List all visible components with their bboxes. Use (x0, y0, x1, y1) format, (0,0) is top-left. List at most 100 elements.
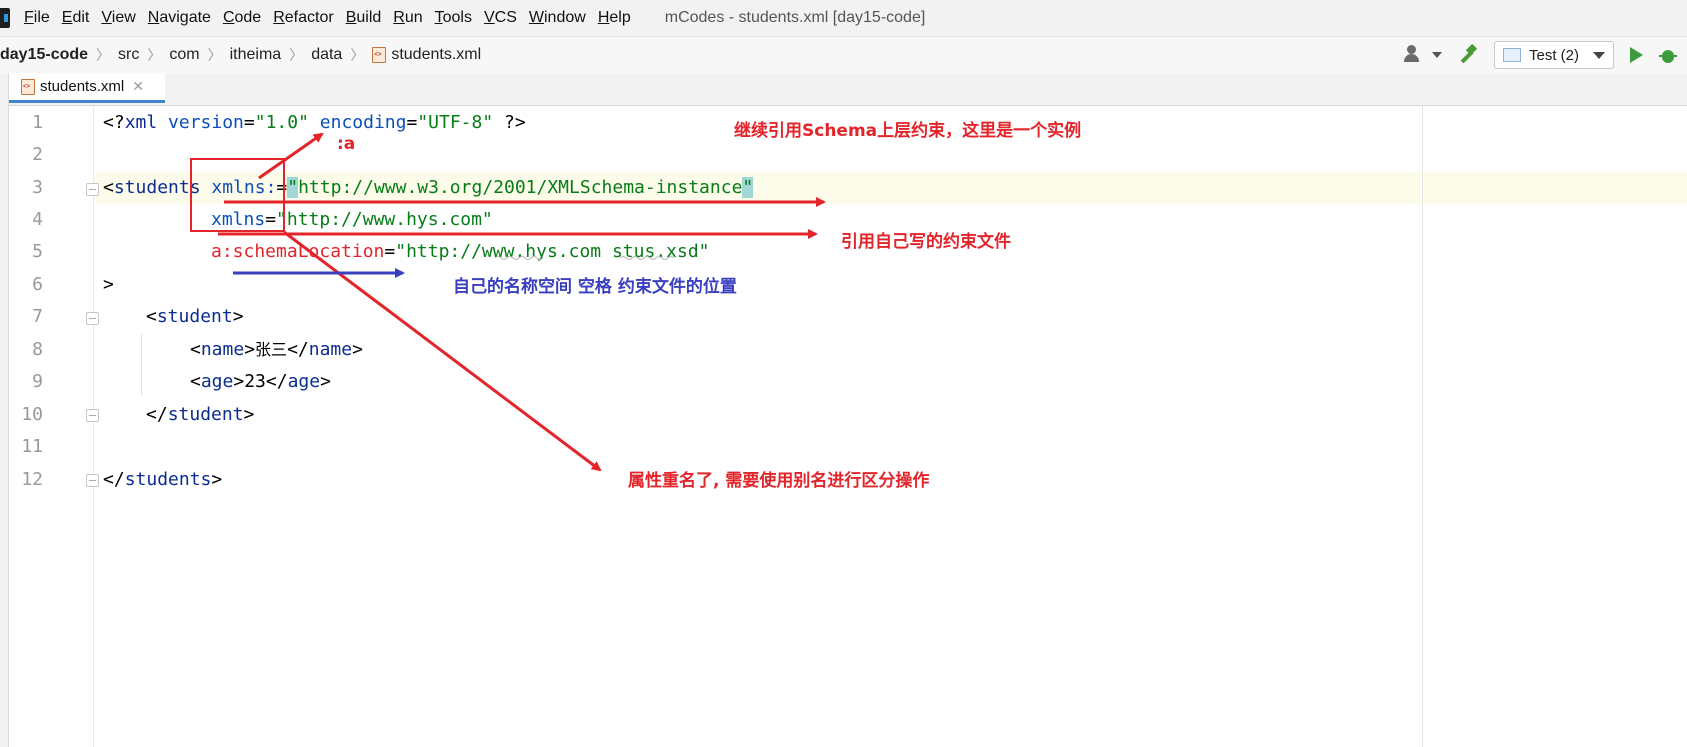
xml-tag: name (308, 339, 353, 360)
xml-value: "http://www.hys.com stus.xsd" (395, 241, 710, 262)
xml-attribute: xmlns (211, 209, 266, 230)
xml-text: 23 (244, 371, 266, 392)
code-line-10[interactable]: </student> (146, 399, 254, 431)
debug-bug-icon[interactable] (1659, 46, 1677, 64)
xml-punct: <? (103, 112, 125, 133)
close-icon[interactable]: ✕ (132, 78, 144, 95)
breadcrumb-separator-icon: 〉 (96, 47, 111, 63)
breadcrumb-itheima[interactable]: itheima (230, 46, 282, 64)
line-number: 7 (32, 306, 43, 327)
code-line-5[interactable]: a:schemaLocation="http://www.hys.com stu… (211, 236, 710, 268)
xml-tag: students (113, 177, 201, 198)
breadcrumb-com[interactable]: com (169, 46, 199, 64)
line-number: 8 (32, 339, 43, 360)
tab-label: students.xml (40, 78, 125, 95)
breadcrumb-file[interactable]: students.xml (391, 46, 481, 64)
line-number: 5 (32, 241, 43, 262)
code-line-4[interactable]: xmlns="http://www.hys.com" (211, 204, 493, 236)
code-line-1[interactable]: <?xml version="1.0" encoding="UTF-8" ?> (103, 107, 526, 139)
xml-punct: = (243, 112, 255, 133)
xml-file-icon (21, 78, 35, 95)
code-line-7[interactable]: <student> (146, 301, 244, 333)
indent-guide (141, 334, 142, 396)
breadcrumb-data[interactable]: data (311, 46, 342, 64)
build-hammer-icon[interactable] (1458, 45, 1478, 65)
menu-run[interactable]: Run (393, 9, 422, 27)
xml-file-icon (372, 47, 387, 63)
fold-marker-icon[interactable] (86, 183, 99, 196)
xml-value: "UTF-8" (417, 112, 494, 133)
fold-marker-icon[interactable] (86, 474, 99, 487)
xml-punct: < (146, 306, 157, 327)
code-line-6[interactable]: > (103, 269, 114, 301)
editor-tab-bar: students.xml ✕ (9, 73, 1687, 106)
xml-punct: < (190, 371, 201, 392)
tab-students-xml[interactable]: students.xml ✕ (9, 73, 165, 103)
chevron-down-icon (1431, 52, 1442, 58)
fold-marker-icon[interactable] (86, 312, 99, 325)
xml-punct: > (232, 306, 244, 327)
xml-punct: </ (287, 339, 309, 360)
user-menu-button[interactable] (1403, 45, 1442, 65)
code-line-3[interactable]: <students xmlns:="http://www.w3.org/2001… (103, 172, 754, 204)
navigation-bar: day15-code 〉 src 〉 com 〉 itheima 〉 data … (0, 36, 1687, 74)
xml-punct: = (276, 177, 288, 198)
xml-attribute: version (157, 112, 244, 133)
breadcrumb-src[interactable]: src (118, 46, 139, 64)
xml-punct: </ (146, 404, 168, 425)
right-margin-guide (1422, 106, 1423, 747)
line-number: 11 (21, 436, 43, 457)
xml-attribute: encoding (308, 112, 407, 133)
annotation-duplicate-attr: 属性重名了, 需要使用别名进行区分操作 (628, 471, 930, 491)
menu-view[interactable]: View (101, 9, 135, 27)
menu-refactor[interactable]: Refactor (273, 9, 333, 27)
menu-tools[interactable]: Tools (435, 9, 472, 27)
line-number: 6 (32, 274, 43, 295)
matched-quote-highlight: " (287, 177, 299, 198)
xml-punct: > (243, 404, 255, 425)
toolbar-right: Test (2) (1403, 41, 1677, 69)
annotation-own-constraint: 引用自己写的约束文件 (841, 232, 1011, 252)
code-line-8[interactable]: <name>张三</name> (190, 334, 363, 366)
xml-punct: > (211, 469, 223, 490)
xml-value: http://www.w3.org/2001/XMLSchema-instanc… (298, 177, 743, 198)
run-icon[interactable] (1630, 47, 1643, 63)
matched-quote-highlight: " (742, 177, 754, 198)
line-number: 2 (32, 144, 43, 165)
xml-text: 张三 (255, 340, 288, 359)
fold-marker-icon[interactable] (86, 409, 99, 422)
xml-punct: = (406, 112, 418, 133)
xml-tag: age (200, 371, 234, 392)
menu-window[interactable]: Window (529, 9, 586, 27)
menu-bar: File Edit View Navigate Code Refactor Bu… (0, 0, 1687, 36)
menu-code[interactable]: Code (223, 9, 261, 27)
menu-navigate[interactable]: Navigate (148, 9, 211, 27)
xml-tag: student (167, 404, 244, 425)
menu-vcs[interactable]: VCS (484, 9, 517, 27)
annotation-colon-a: :a (337, 134, 356, 154)
run-configuration-select[interactable]: Test (2) (1493, 41, 1614, 69)
breadcrumb-separator-icon: 〉 (147, 47, 162, 63)
xml-tag: students (124, 469, 212, 490)
xml-tag: student (156, 306, 233, 327)
run-config-label: Test (2) (1528, 46, 1579, 64)
line-number: 4 (32, 209, 43, 230)
project-tool-strip[interactable] (0, 73, 9, 747)
window-title: mCodes - students.xml [day15-code] (664, 9, 926, 26)
menu-help[interactable]: Help (598, 9, 631, 27)
line-number: 12 (21, 469, 43, 490)
menu-edit[interactable]: Edit (62, 9, 90, 27)
menu-file[interactable]: File (24, 9, 50, 27)
xml-punct: > (233, 371, 245, 392)
breadcrumb-project[interactable]: day15-code (0, 46, 88, 64)
breadcrumb-separator-icon: 〉 (350, 47, 365, 63)
xml-punct: = (265, 209, 277, 230)
xml-punct: > (103, 274, 114, 295)
xml-punct: ?> (493, 112, 526, 133)
xml-punct: = (384, 241, 396, 262)
code-line-12[interactable]: </students> (103, 464, 222, 496)
menu-build[interactable]: Build (346, 9, 382, 27)
xml-punct: > (352, 339, 363, 360)
code-line-9[interactable]: <age>23</age> (190, 366, 331, 398)
run-config-icon (1502, 48, 1521, 62)
